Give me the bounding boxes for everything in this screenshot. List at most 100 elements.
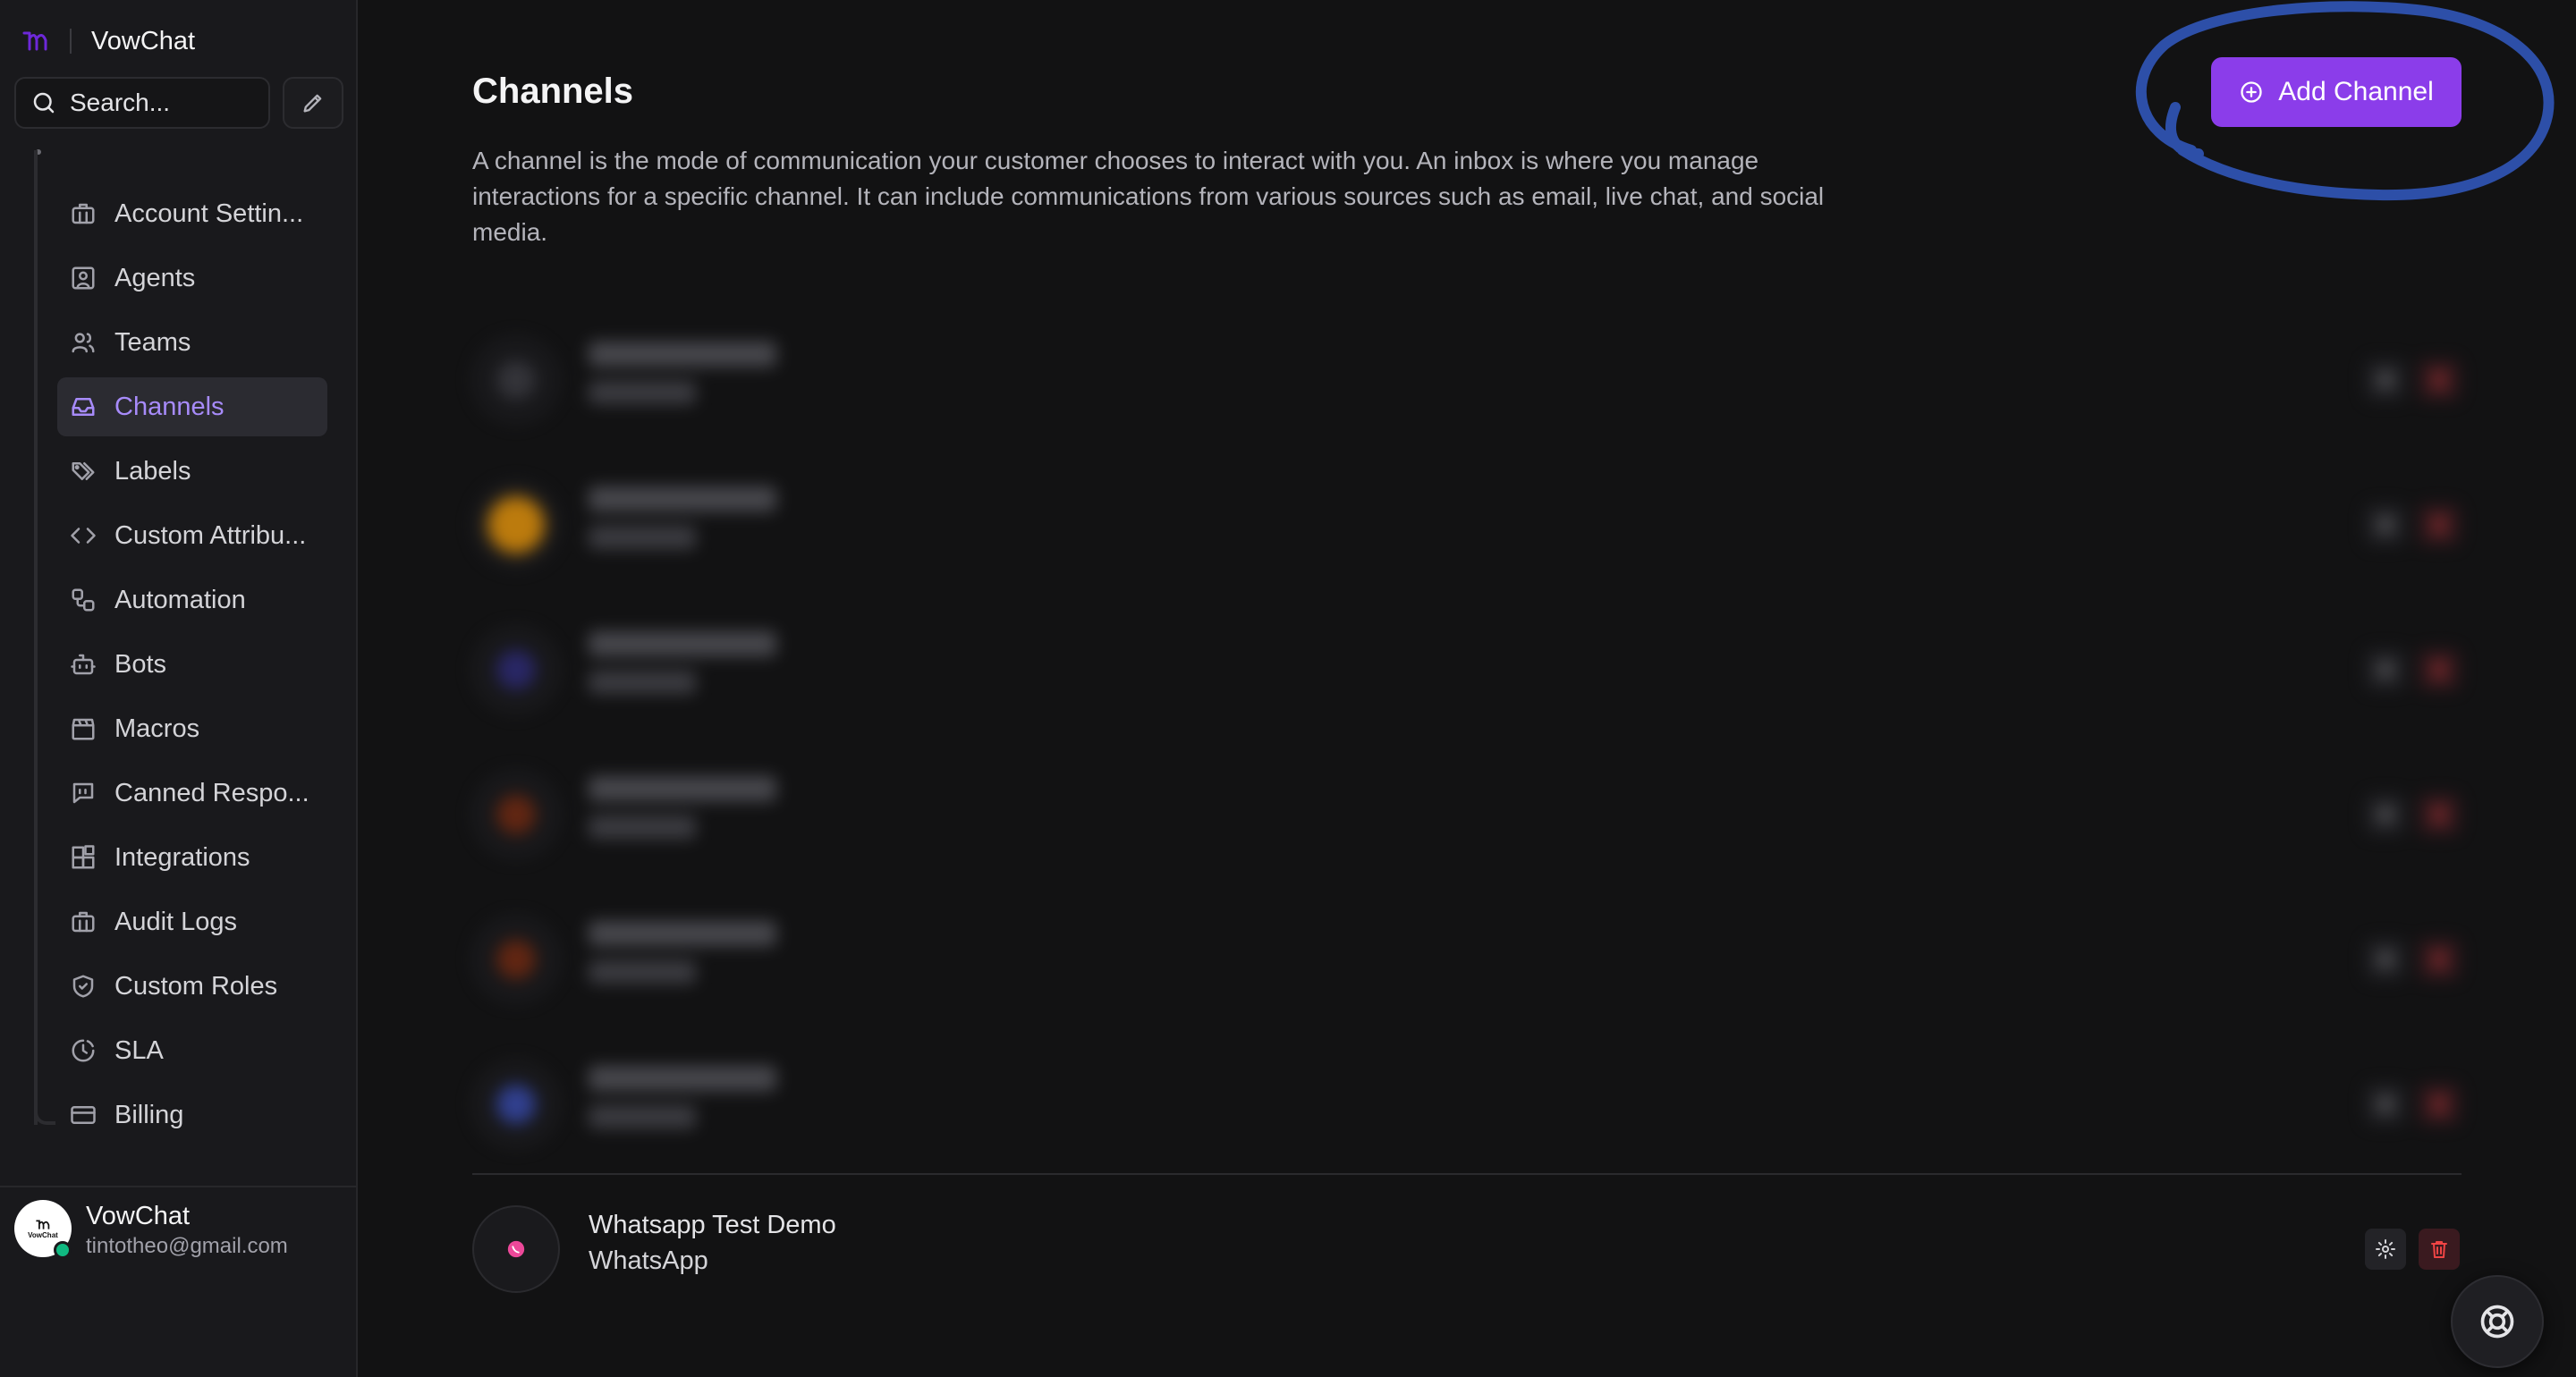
sidebar-item-label: Macros bbox=[114, 714, 200, 743]
channel-name bbox=[589, 776, 776, 801]
nav-tree-line bbox=[34, 150, 38, 1125]
workflow-icon bbox=[72, 588, 95, 612]
sidebar-item-label: Agents bbox=[114, 263, 196, 292]
gear-icon bbox=[2376, 950, 2395, 969]
page-description: A channel is the mode of communication y… bbox=[472, 147, 1825, 246]
trash-icon bbox=[2431, 372, 2447, 389]
channel-type bbox=[589, 960, 696, 984]
compose-button[interactable] bbox=[283, 77, 343, 129]
channel-row[interactable] bbox=[472, 451, 2462, 596]
channel-type bbox=[589, 671, 696, 694]
channel-name bbox=[589, 631, 776, 656]
channel-icon-dot bbox=[496, 1085, 536, 1124]
channel-settings-button[interactable] bbox=[2365, 504, 2406, 545]
sidebar-item-custom-attribu[interactable]: Custom Attribu... bbox=[57, 506, 327, 565]
channel-delete-button[interactable] bbox=[2419, 359, 2460, 401]
search-box[interactable] bbox=[14, 77, 270, 129]
channel-row[interactable]: Whatsapp Test Demo WhatsApp bbox=[472, 1175, 2462, 1320]
add-channel-label: Add Channel bbox=[2278, 77, 2434, 106]
channel-row[interactable] bbox=[472, 1030, 2462, 1175]
channel-settings-button[interactable] bbox=[2365, 1229, 2406, 1270]
channel-settings-button[interactable] bbox=[2365, 939, 2406, 980]
channel-type bbox=[589, 815, 696, 839]
channel-delete-button[interactable] bbox=[2419, 649, 2460, 690]
add-channel-button[interactable]: Add Channel bbox=[2211, 57, 2462, 127]
sidebar-item-integrations[interactable]: Integrations bbox=[57, 828, 327, 887]
sidebar-item-sla[interactable]: SLA bbox=[57, 1021, 327, 1080]
channel-row[interactable] bbox=[472, 740, 2462, 885]
sidebar-item-label: Labels bbox=[114, 456, 191, 486]
channel-delete-button[interactable] bbox=[2419, 1084, 2460, 1125]
channel-row[interactable] bbox=[472, 306, 2462, 451]
channel-avatar bbox=[472, 1205, 560, 1293]
sidebar: VowChat Account Settin... Agents Teams Chan… bbox=[0, 0, 358, 1377]
channel-name bbox=[589, 342, 776, 367]
gear-icon bbox=[2376, 370, 2395, 390]
channel-delete-button[interactable] bbox=[2419, 1229, 2460, 1270]
gear-icon bbox=[2376, 1094, 2395, 1114]
sidebar-item-custom-roles[interactable]: Custom Roles bbox=[57, 957, 327, 1016]
plus-circle-icon bbox=[2241, 81, 2262, 103]
sidebar-item-macros[interactable]: Macros bbox=[57, 699, 327, 758]
channel-icon-dot bbox=[496, 940, 536, 979]
search-input[interactable] bbox=[70, 89, 267, 117]
trash-icon bbox=[2431, 1096, 2447, 1113]
channel-avatar bbox=[472, 626, 560, 714]
channel-avatar bbox=[472, 336, 560, 424]
channel-settings-button[interactable] bbox=[2365, 794, 2406, 835]
channel-type bbox=[589, 526, 696, 549]
sidebar-item-agents[interactable]: Agents bbox=[57, 249, 327, 308]
channel-avatar bbox=[472, 481, 560, 569]
sidebar-item-labels[interactable]: Labels bbox=[57, 442, 327, 501]
help-button[interactable] bbox=[2451, 1275, 2544, 1368]
user-square-icon bbox=[72, 266, 95, 290]
sidebar-item-label: Custom Roles bbox=[114, 971, 278, 1001]
channel-settings-button[interactable] bbox=[2365, 1084, 2406, 1125]
inbox-icon bbox=[72, 398, 95, 416]
channel-type bbox=[589, 1105, 696, 1128]
sidebar-item-label: Canned Respo... bbox=[114, 778, 309, 807]
vowchat-logo-icon[interactable] bbox=[20, 25, 52, 57]
channel-type: WhatsApp bbox=[589, 1246, 708, 1275]
sidebar-item-label: Channels bbox=[114, 392, 225, 421]
sidebar-item-automation[interactable]: Automation bbox=[57, 570, 327, 629]
bot-icon bbox=[71, 654, 96, 675]
sidebar-item-teams[interactable]: Teams bbox=[57, 313, 327, 372]
code-icon bbox=[71, 528, 96, 544]
edit-icon bbox=[303, 94, 322, 113]
profile-section[interactable]: VowChat VowChat tintotheo@gmail.com bbox=[0, 1186, 358, 1377]
sidebar-item-label: SLA bbox=[114, 1035, 164, 1065]
clapperboard-icon bbox=[72, 718, 95, 740]
briefcase-icon bbox=[72, 203, 95, 224]
sidebar-item-billing[interactable]: Billing bbox=[57, 1086, 327, 1145]
channel-settings-button[interactable] bbox=[2365, 359, 2406, 401]
sidebar-item-account-settin[interactable]: Account Settin... bbox=[57, 184, 327, 243]
gear-icon bbox=[2376, 805, 2395, 824]
channel-row[interactable] bbox=[472, 596, 2462, 740]
sidebar-item-channels[interactable]: Channels bbox=[57, 377, 327, 436]
profile-name: VowChat bbox=[86, 1202, 191, 1230]
gear-icon bbox=[2376, 515, 2395, 535]
channel-type bbox=[589, 381, 696, 404]
trash-icon bbox=[2431, 951, 2447, 968]
whatsapp-icon bbox=[507, 1240, 525, 1258]
sidebar-item-canned-respo[interactable]: Canned Respo... bbox=[57, 764, 327, 823]
channel-settings-button[interactable] bbox=[2365, 649, 2406, 690]
channel-avatar bbox=[472, 1060, 560, 1148]
channel-delete-button[interactable] bbox=[2419, 794, 2460, 835]
channel-delete-button[interactable] bbox=[2419, 504, 2460, 545]
gear-icon bbox=[2376, 1239, 2395, 1259]
brand-divider bbox=[70, 29, 72, 54]
sidebar-item-label: Account Settin... bbox=[114, 199, 304, 228]
trash-icon bbox=[2431, 517, 2447, 534]
channel-delete-button[interactable] bbox=[2419, 939, 2460, 980]
channel-row[interactable] bbox=[472, 885, 2462, 1030]
channel-name bbox=[589, 486, 776, 511]
sidebar-item-audit-logs[interactable]: Audit Logs bbox=[57, 892, 327, 951]
sidebar-item-bots[interactable]: Bots bbox=[57, 635, 327, 694]
users-icon bbox=[72, 333, 95, 353]
channel-list-divider bbox=[472, 1173, 2462, 1175]
channel-icon-dot bbox=[496, 795, 536, 834]
gear-icon bbox=[2376, 660, 2395, 680]
trash-icon bbox=[2431, 807, 2447, 824]
